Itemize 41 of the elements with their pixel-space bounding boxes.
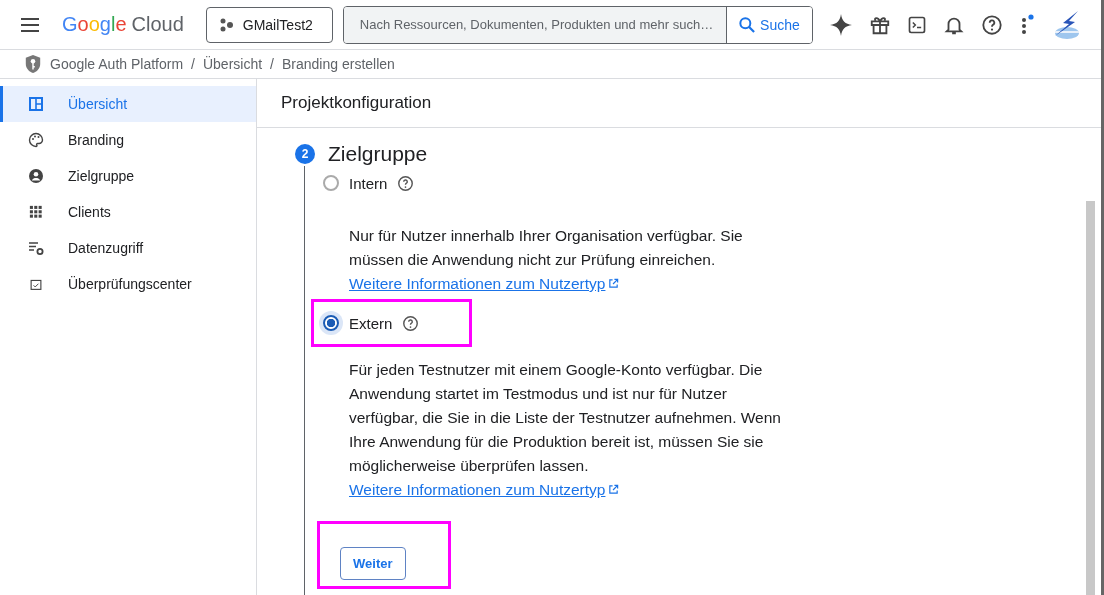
dashboard-icon <box>28 96 44 112</box>
external-link-icon <box>608 484 620 495</box>
list-gear-icon <box>28 240 44 256</box>
step-title: Zielgruppe <box>328 142 428 166</box>
option-description: Nur für Nutzer innerhalb Ihrer Organisation verfügbar. Sie müssen die Anwendung nicht zur Prüfung einreichen. Weitere Informationen zum Nutzertyp <box>349 226 744 294</box>
scrollbar[interactable] <box>1086 201 1095 595</box>
external-link-icon <box>608 278 620 289</box>
continue-button[interactable]: Weiter <box>340 547 406 580</box>
nodes-icon <box>218 17 233 32</box>
sidebar-item[interactable]: Clients <box>0 194 256 230</box>
shield-key-icon <box>24 54 42 74</box>
more-info-link[interactable]: Weitere Informationen zum Nutzertyp <box>349 275 620 292</box>
breadcrumb-link[interactable]: Branding erstellen <box>282 56 395 72</box>
person-icon <box>28 168 44 184</box>
breadcrumb-link[interactable]: Google Auth Platform <box>50 56 184 72</box>
sidebar-item[interactable]: Übersicht <box>0 86 256 122</box>
breadcrumb-separator: / <box>270 56 274 72</box>
option-description: Für jeden Testnutzer mit einem Google-Konto verfügbar. Die Anwendung startet im Testmodus und ist nur für Nutzer verfügbar, die Sie in die Liste der Testnutzer aufnehmen. Wenn Ihre Anwendung für die Produktion bereit ist, müssen Sie sie möglicherweise überprüfen lassen. Weitere Informationen zum Nutzertyp <box>349 360 782 500</box>
checkbox-icon <box>28 277 44 291</box>
grid-icon <box>28 205 44 219</box>
help-icon[interactable] <box>397 174 415 192</box>
more-info-link[interactable]: Weitere Informationen zum Nutzertyp <box>349 481 620 498</box>
project-picker[interactable]: GMailTest2 <box>205 6 333 43</box>
sidebar-item[interactable]: Branding <box>0 122 256 158</box>
help-icon[interactable] <box>980 13 1003 36</box>
page-title: Projektkonfiguration <box>257 79 1101 128</box>
radio-button[interactable] <box>323 175 339 191</box>
sidebar-item[interactable]: Zielgruppe <box>0 158 256 194</box>
option-label: Extern <box>349 314 393 332</box>
option-label: Intern <box>349 174 388 192</box>
cloud-logo-text[interactable]: Cloud <box>131 13 184 36</box>
radio-button[interactable] <box>323 315 339 331</box>
terminal-icon[interactable] <box>906 14 927 35</box>
breadcrumb-separator: / <box>191 56 195 72</box>
step-number: 2 <box>295 144 315 164</box>
help-icon[interactable] <box>402 314 420 332</box>
palette-icon <box>28 132 44 148</box>
google-logo[interactable]: Google <box>62 13 127 36</box>
sidebar-item[interactable]: Überprüfungscenter <box>0 266 256 302</box>
sidebar-item[interactable]: Datenzugriff <box>0 230 256 266</box>
breadcrumb-link[interactable]: Übersicht <box>202 56 263 72</box>
